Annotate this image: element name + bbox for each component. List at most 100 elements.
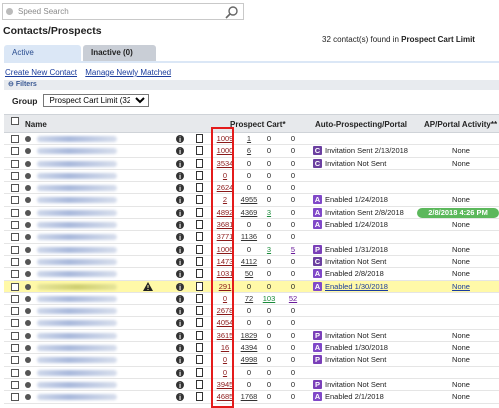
document-icon[interactable] <box>196 146 203 156</box>
contact-name-redacted[interactable] <box>37 246 117 253</box>
contact-name-redacted[interactable] <box>37 234 117 241</box>
expand-icon[interactable] <box>25 369 31 376</box>
cart-count-2[interactable]: 4112 <box>240 257 258 267</box>
col-activity-header[interactable]: AP/Portal Activity** <box>424 120 497 129</box>
table-row[interactable]: i 291 0 0 0 A Enabled 1/30/2018 None <box>4 280 499 293</box>
contact-name-redacted[interactable] <box>37 258 117 265</box>
info-icon[interactable]: i <box>176 171 184 181</box>
document-icon[interactable] <box>196 232 203 242</box>
info-icon[interactable]: i <box>176 368 184 378</box>
contact-name-redacted[interactable] <box>37 197 117 204</box>
expand-icon[interactable] <box>25 345 31 352</box>
search-icon[interactable] <box>225 5 239 19</box>
group-select[interactable]: Prospect Cart Limit (32) <box>42 94 149 107</box>
document-icon[interactable] <box>196 220 203 230</box>
contact-name-redacted[interactable] <box>37 369 117 376</box>
contact-name-redacted[interactable] <box>37 394 117 401</box>
document-icon[interactable] <box>196 379 203 389</box>
expand-icon[interactable] <box>25 381 31 388</box>
filters-toggle[interactable]: ⊖ Filters <box>4 80 499 90</box>
document-icon[interactable] <box>196 134 203 143</box>
cart-count-2[interactable]: 4369 <box>240 208 258 218</box>
expand-icon[interactable] <box>25 246 31 253</box>
row-checkbox[interactable] <box>11 135 19 143</box>
contact-name-redacted[interactable] <box>37 357 117 364</box>
row-checkbox[interactable] <box>11 307 19 316</box>
document-icon[interactable] <box>196 256 203 266</box>
expand-icon[interactable] <box>25 148 31 155</box>
create-contact-link[interactable]: Create New Contact <box>5 68 77 77</box>
cart-count-2[interactable]: 1768 <box>240 392 258 402</box>
cart-count-2[interactable]: 1829 <box>240 331 258 341</box>
contact-name-redacted[interactable] <box>37 160 117 167</box>
cart-count-4[interactable]: 52 <box>286 294 300 304</box>
expand-icon[interactable] <box>25 136 31 142</box>
info-icon[interactable]: i <box>176 331 184 341</box>
document-icon[interactable] <box>196 392 203 402</box>
document-icon[interactable] <box>196 183 203 193</box>
info-icon[interactable]: i <box>176 270 184 279</box>
cart-count-2[interactable]: 6 <box>240 146 258 156</box>
cart-count-2[interactable]: 1136 <box>240 232 258 242</box>
expand-icon[interactable] <box>25 172 31 179</box>
contact-name-redacted[interactable] <box>37 148 117 155</box>
row-checkbox[interactable] <box>11 233 19 242</box>
portal-activity[interactable]: None <box>424 282 498 292</box>
cart-count-2[interactable]: 4394 <box>240 343 258 353</box>
table-row[interactable]: i 4892 4369 3 0 A Invitation Sent 2/8/2018 2/8/… <box>4 207 499 220</box>
contact-name-redacted[interactable] <box>37 209 117 216</box>
row-checkbox[interactable] <box>11 221 19 230</box>
table-row[interactable]: i 0 4998 0 0 P Invitation Not Sent None <box>4 354 499 367</box>
document-icon[interactable] <box>196 269 203 279</box>
row-checkbox[interactable] <box>11 147 19 156</box>
row-checkbox[interactable] <box>11 319 19 328</box>
expand-icon[interactable] <box>25 197 31 204</box>
table-row[interactable]: i 16 4394 0 0 A Enabled 1/30/2018 None <box>4 342 499 355</box>
contact-name-redacted[interactable] <box>37 136 117 142</box>
contact-name-redacted[interactable] <box>37 283 117 290</box>
row-checkbox[interactable] <box>11 393 19 402</box>
document-icon[interactable] <box>196 330 203 340</box>
table-row[interactable]: i 0 72 103 52 <box>4 293 499 306</box>
expand-icon[interactable] <box>25 185 31 192</box>
document-icon[interactable] <box>196 306 203 316</box>
table-row[interactable]: i0000 <box>4 170 499 183</box>
table-row[interactable]: i 4685 1768 0 0 A Enabled 2/1/2018 None <box>4 391 499 404</box>
info-icon[interactable]: i <box>176 221 184 230</box>
table-row[interactable]: i 1009 1 0 0 <box>4 133 499 146</box>
col-auto-header[interactable]: Auto-Prospecting/Portal <box>315 120 407 129</box>
expand-icon[interactable] <box>25 332 31 339</box>
expand-icon[interactable] <box>25 283 31 290</box>
contact-name-redacted[interactable] <box>37 295 117 302</box>
info-icon[interactable]: i <box>176 233 184 242</box>
row-checkbox[interactable] <box>11 282 19 291</box>
cart-count-2[interactable]: 72 <box>240 294 258 304</box>
table-row[interactable]: i 3615 1829 0 0 P Invitation Not Sent None <box>4 330 499 343</box>
row-checkbox[interactable] <box>11 368 19 377</box>
manage-matched-link[interactable]: Manage Newly Matched <box>85 68 171 77</box>
info-icon[interactable]: i <box>176 356 184 365</box>
info-icon[interactable]: i <box>176 208 184 218</box>
table-row[interactable]: i0000 <box>4 367 499 379</box>
table-row[interactable]: i 3945 0 0 0 P Invitation Not Sent None <box>4 379 499 392</box>
col-name-header[interactable]: Name <box>25 120 47 129</box>
info-icon[interactable]: i <box>176 282 184 292</box>
info-icon[interactable]: i <box>176 245 184 255</box>
document-icon[interactable] <box>196 355 203 365</box>
contact-name-redacted[interactable] <box>37 185 117 192</box>
row-checkbox[interactable] <box>11 270 19 279</box>
expand-icon[interactable] <box>25 234 31 241</box>
row-checkbox[interactable] <box>11 208 19 217</box>
table-row[interactable]: i 2678 0 0 0 <box>4 305 499 318</box>
tab-active[interactable]: Active <box>4 45 81 61</box>
cart-count-3[interactable]: 3 <box>262 208 276 218</box>
document-icon[interactable] <box>196 367 203 377</box>
table-row[interactable]: i 2 4955 0 0 A Enabled 1/24/2018 None <box>4 194 499 207</box>
row-checkbox[interactable] <box>11 159 19 168</box>
contact-name-redacted[interactable] <box>37 332 117 339</box>
table-row[interactable]: i 2624 0 0 0 <box>4 182 499 195</box>
info-icon[interactable]: i <box>176 196 184 205</box>
cart-count-3[interactable]: 3 <box>262 245 276 255</box>
info-icon[interactable]: i <box>176 257 184 267</box>
info-icon[interactable]: i <box>176 147 184 156</box>
